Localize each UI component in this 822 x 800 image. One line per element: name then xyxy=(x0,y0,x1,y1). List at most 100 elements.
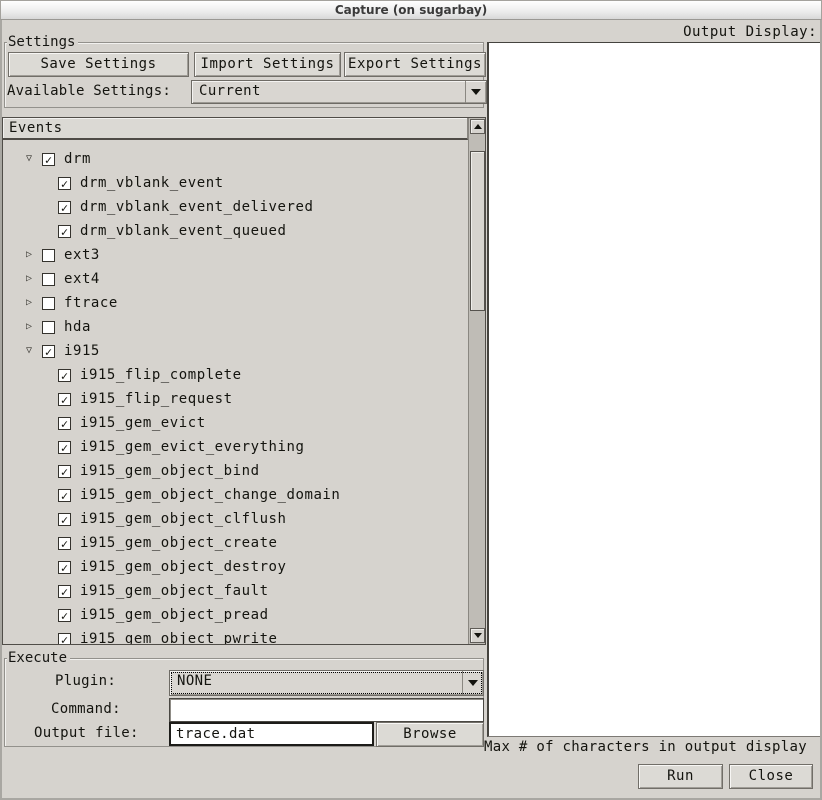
tree-item-label: i915_gem_object_destroy xyxy=(80,559,287,575)
events-column-header[interactable]: Events xyxy=(3,118,468,140)
tree-row-i915_gem_object_create[interactable]: ✓ i915_gem_object_create xyxy=(3,531,468,555)
checkbox-ftrace[interactable] xyxy=(42,297,55,310)
expander-open-icon[interactable]: ▽ xyxy=(22,344,36,358)
output-file-input[interactable] xyxy=(169,722,374,746)
plugin-label: Plugin: xyxy=(55,673,116,689)
execute-frame-label: Execute xyxy=(7,650,70,666)
tree-item-label: i915_flip_complete xyxy=(80,367,242,383)
tree-item-label: drm_vblank_event_queued xyxy=(80,223,287,239)
execute-frame: Execute Plugin: NONE Command: Output fil… xyxy=(4,658,484,747)
tree-row-i915[interactable]: ▽ ✓ i915 xyxy=(3,339,468,363)
tree-row-i915_gem_object_destroy[interactable]: ✓ i915_gem_object_destroy xyxy=(3,555,468,579)
checkbox-i915_gem_object_destroy[interactable]: ✓ xyxy=(58,561,71,574)
tree-row-i915_flip_complete[interactable]: ✓ i915_flip_complete xyxy=(3,363,468,387)
output-display-area[interactable] xyxy=(487,42,820,737)
scrollbar-thumb[interactable] xyxy=(470,151,485,311)
events-treeview: Events ▽ ✓ drm ✓ drm_vblank_event ✓ drm_vblank… xyxy=(2,117,486,645)
tree-item-label: hda xyxy=(64,319,91,335)
chevron-down-icon[interactable] xyxy=(462,671,483,695)
tree-item-label: i915 xyxy=(64,343,100,359)
tree-item-label: drm_vblank_event_delivered xyxy=(80,199,313,215)
arrow-down-icon xyxy=(474,633,482,638)
checkbox-i915_gem_evict_everything[interactable]: ✓ xyxy=(58,441,71,454)
tree-row-ext4[interactable]: ▷ ext4 xyxy=(3,267,468,291)
expander-closed-icon[interactable]: ▷ xyxy=(22,248,36,262)
tree-item-label: ftrace xyxy=(64,295,118,311)
checkbox-i915_gem_object_change_domain[interactable]: ✓ xyxy=(58,489,71,502)
tree-row-drm_vblank_event[interactable]: ✓ drm_vblank_event xyxy=(3,171,468,195)
run-button[interactable]: Run xyxy=(638,764,723,789)
tree-row-drm_vblank_event_queued[interactable]: ✓ drm_vblank_event_queued xyxy=(3,219,468,243)
tree-item-label: i915_gem_object_pread xyxy=(80,607,269,623)
tree-row-i915_gem_object_bind[interactable]: ✓i915_gem_object_bind xyxy=(3,459,468,483)
window-title: Capture (on sugarbay) xyxy=(335,3,487,17)
command-input[interactable] xyxy=(169,698,484,722)
tree-item-label: i915_gem_object_create xyxy=(80,535,278,551)
tree-item-label: i915_flip_request xyxy=(80,391,233,407)
tree-row-i915_gem_object_fault[interactable]: ✓ i915_gem_object_fault xyxy=(3,579,468,603)
checkbox-i915_flip_request[interactable]: ✓ xyxy=(58,393,71,406)
checkbox-ext4[interactable] xyxy=(42,273,55,286)
tree-item-label: i915_gem_object_fault xyxy=(80,583,269,599)
events-tree: ▽ ✓ drm ✓ drm_vblank_event ✓ drm_vblank_event_… xyxy=(3,140,468,644)
settings-frame: Settings Save SettingsImport SettingsExp… xyxy=(4,42,484,108)
checkbox-i915_gem_object_pread[interactable]: ✓ xyxy=(58,609,71,622)
tree-row-i915_flip_request[interactable]: ✓ i915_flip_request xyxy=(3,387,468,411)
expander-closed-icon[interactable]: ▷ xyxy=(22,296,36,310)
available-settings-dropdown[interactable]: Current xyxy=(191,80,487,104)
checkbox-drm[interactable]: ✓ xyxy=(42,153,55,166)
tree-row-i915_gem_evict_everything[interactable]: ✓i915_gem_evict_everything xyxy=(3,435,468,459)
expander-closed-icon[interactable]: ▷ xyxy=(22,272,36,286)
tree-row-i915_gem_object_clflush[interactable]: ✓i915_gem_object_clflush xyxy=(3,507,468,531)
import-settings-button[interactable]: Import Settings xyxy=(194,52,341,77)
tree-item-label: drm_vblank_event xyxy=(80,175,224,191)
checkbox-drm_vblank_event_delivered[interactable]: ✓ xyxy=(58,201,71,214)
tree-row-i915_gem_object_pread[interactable]: ✓ i915_gem_object_pread xyxy=(3,603,468,627)
browse-button[interactable]: Browse xyxy=(376,722,484,747)
save-settings-button[interactable]: Save Settings xyxy=(8,52,189,77)
scrollbar-up-button[interactable] xyxy=(470,119,485,134)
window-titlebar[interactable]: Capture (on sugarbay) xyxy=(0,0,822,20)
tree-item-label: i915_gem_evict xyxy=(80,415,206,431)
tree-row-i915_gem_object_change_domain[interactable]: ✓ i915_gem_object_change_domain xyxy=(3,483,468,507)
checkbox-i915_gem_object_fault[interactable]: ✓ xyxy=(58,585,71,598)
max-chars-label: Max # of characters in output display xyxy=(484,739,822,755)
tree-row-hda[interactable]: ▷ hda xyxy=(3,315,468,339)
plugin-value: NONE xyxy=(177,673,212,689)
tree-item-label: i915_gem_object_change_domain xyxy=(80,487,340,503)
output-display-label: Output Display: xyxy=(683,24,817,40)
available-settings-label: Available Settings: xyxy=(7,83,171,99)
tree-row-drm[interactable]: ▽ ✓ drm xyxy=(3,147,468,171)
scrollbar-down-button[interactable] xyxy=(470,628,485,643)
checkbox-hda[interactable] xyxy=(42,321,55,334)
available-settings-value: Current xyxy=(199,83,261,99)
checkbox-i915_gem_object_clflush[interactable]: ✓ xyxy=(58,513,71,526)
checkbox-i915_gem_object_create[interactable]: ✓ xyxy=(58,537,71,550)
checkbox-i915_flip_complete[interactable]: ✓ xyxy=(58,369,71,382)
expander-closed-icon[interactable]: ▷ xyxy=(22,320,36,334)
close-button[interactable]: Close xyxy=(729,764,813,789)
tree-item-label: drm xyxy=(64,151,91,167)
tree-row-ftrace[interactable]: ▷ ftrace xyxy=(3,291,468,315)
checkbox-ext3[interactable] xyxy=(42,249,55,262)
tree-row-i915_gem_object_pwrite[interactable]: ✓i915_gem_object_pwrite xyxy=(3,627,468,644)
export-settings-button[interactable]: Export Settings xyxy=(344,52,486,77)
plugin-dropdown[interactable]: NONE xyxy=(169,670,484,696)
chevron-down-icon[interactable] xyxy=(465,81,486,103)
tree-row-ext3[interactable]: ▷ext3 xyxy=(3,243,468,267)
checkbox-i915_gem_object_bind[interactable]: ✓ xyxy=(58,465,71,478)
events-scrollbar[interactable] xyxy=(468,118,485,644)
command-label: Command: xyxy=(51,701,121,717)
tree-row-drm_vblank_event_delivered[interactable]: ✓ drm_vblank_event_delivered xyxy=(3,195,468,219)
checkbox-drm_vblank_event[interactable]: ✓ xyxy=(58,177,71,190)
checkbox-i915_gem_evict[interactable]: ✓ xyxy=(58,417,71,430)
settings-frame-label: Settings xyxy=(7,34,78,50)
output-file-label: Output file: xyxy=(34,725,139,741)
tree-row-i915_gem_evict[interactable]: ✓ i915_gem_evict xyxy=(3,411,468,435)
expander-open-icon[interactable]: ▽ xyxy=(22,152,36,166)
checkbox-i915_gem_object_pwrite[interactable]: ✓ xyxy=(58,633,71,645)
capture-window: Capture (on sugarbay) Settings Save Sett… xyxy=(0,0,822,800)
checkbox-drm_vblank_event_queued[interactable]: ✓ xyxy=(58,225,71,238)
tree-item-label: ext4 xyxy=(64,271,100,287)
checkbox-i915[interactable]: ✓ xyxy=(42,345,55,358)
